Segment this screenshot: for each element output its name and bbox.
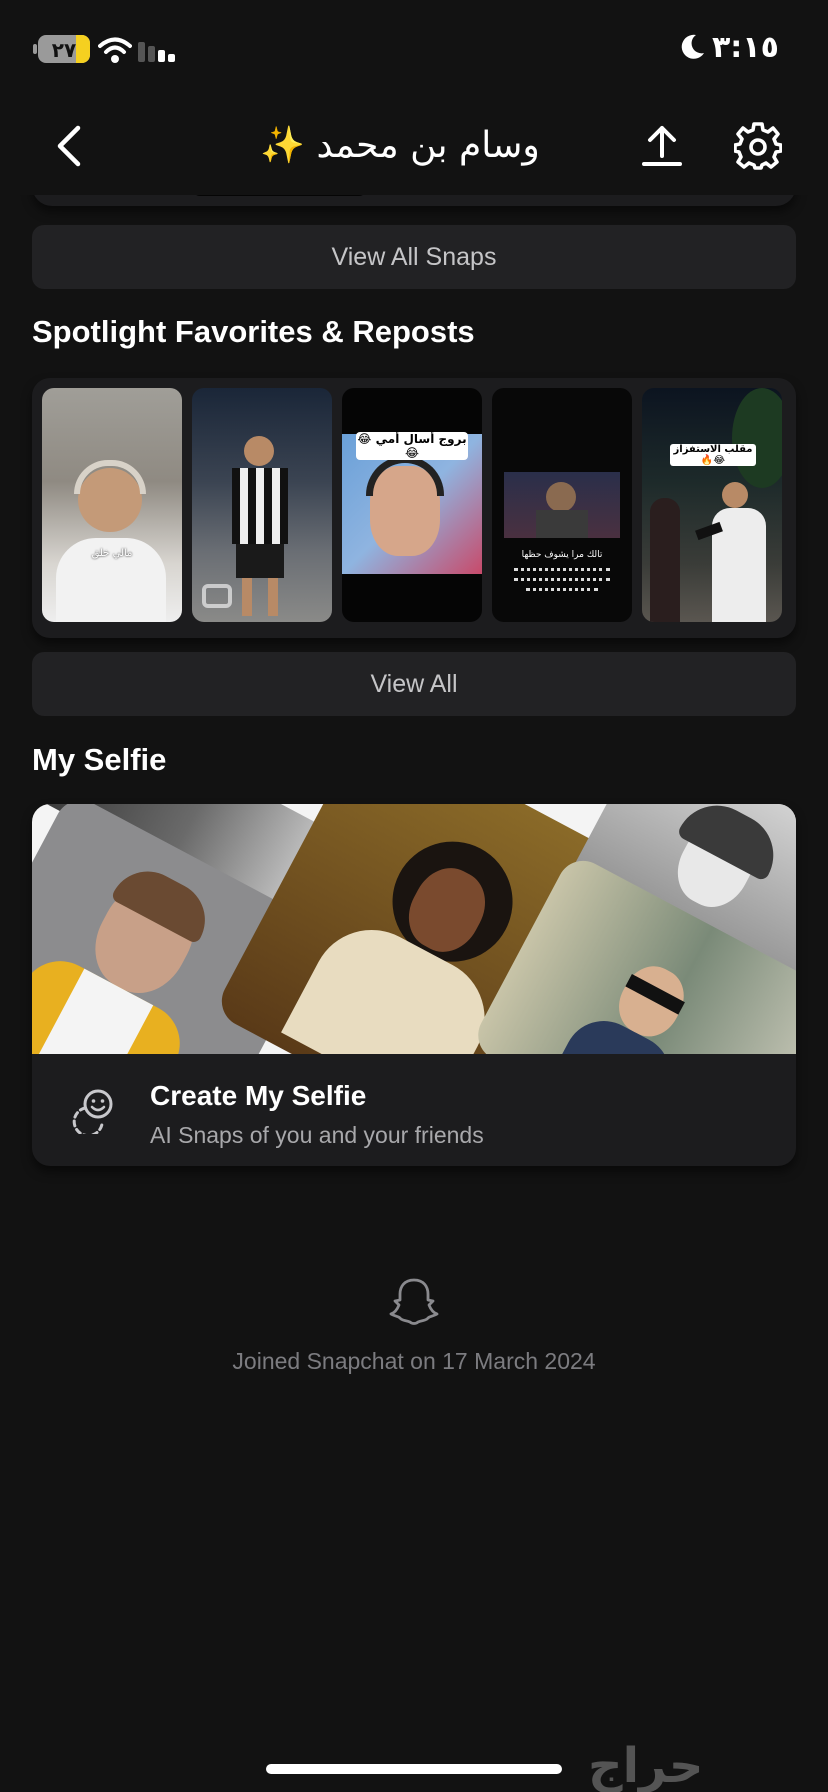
home-indicator[interactable] (266, 1764, 562, 1774)
tile-caption: مالي خلق (91, 548, 133, 559)
haraj-watermark: حراج (588, 1738, 704, 1792)
battery-level: ٢٧ (51, 38, 77, 62)
selfie-face-icon (72, 1089, 113, 1134)
spotlight-tile[interactable] (192, 388, 332, 622)
view-all-spotlight-button[interactable]: View All (32, 652, 796, 716)
moon-icon (681, 34, 704, 59)
create-my-selfie-title: Create My Selfie (150, 1080, 367, 1111)
joined-date-text: Joined Snapchat on 17 March 2024 (232, 1348, 596, 1374)
spotlight-tile[interactable]: مقلب الاستفزاز 😂🔥 (642, 388, 782, 622)
create-my-selfie-row[interactable]: Create My Selfie AI Snaps of you and you… (32, 1054, 796, 1166)
profile-name: وسام بن محمد ✨ (260, 125, 540, 166)
selfie-collage-image (32, 804, 796, 1054)
tile-caption: مقلب الاستفزاز 😂🔥 (670, 444, 756, 466)
chevron-left-icon[interactable] (50, 122, 90, 170)
tile-caption: تالك مرا يشوف حظها (521, 550, 603, 560)
status-bar: ٢٧ ٣:١٥ (0, 0, 828, 100)
spotlight-carousel: مالي خلق بروج أسال أمي 😂😂 تالك مرا يشوف … (32, 378, 796, 638)
my-selfie-section-title: My Selfie (32, 742, 167, 777)
spotlight-tile[interactable]: مالي خلق (42, 388, 182, 622)
view-all-snaps-button[interactable]: View All Snaps (32, 225, 796, 289)
gear-icon[interactable] (734, 122, 782, 170)
status-time: ٣:١٥ (712, 30, 779, 65)
create-my-selfie-subtitle: AI Snaps of you and your friends (150, 1122, 484, 1148)
my-selfie-card: Create My Selfie AI Snaps of you and you… (32, 804, 796, 1166)
snapchat-ghost-icon (389, 1278, 439, 1325)
profile-header: وسام بن محمد ✨ (0, 100, 828, 195)
repost-icon (202, 584, 232, 608)
wifi-icon (98, 37, 132, 63)
upload-icon[interactable] (640, 122, 684, 170)
battery-cap (33, 44, 37, 54)
tile-caption: بروج أسال أمي 😂😂 (356, 432, 468, 460)
battery-icon: ٢٧ (38, 35, 90, 63)
signal-icon (138, 38, 178, 62)
spotlight-section-title: Spotlight Favorites & Reposts (32, 314, 475, 349)
spotlight-tile[interactable]: بروج أسال أمي 😂😂 (342, 388, 482, 622)
spotlight-tile[interactable]: تالك مرا يشوف حظها (492, 388, 632, 622)
